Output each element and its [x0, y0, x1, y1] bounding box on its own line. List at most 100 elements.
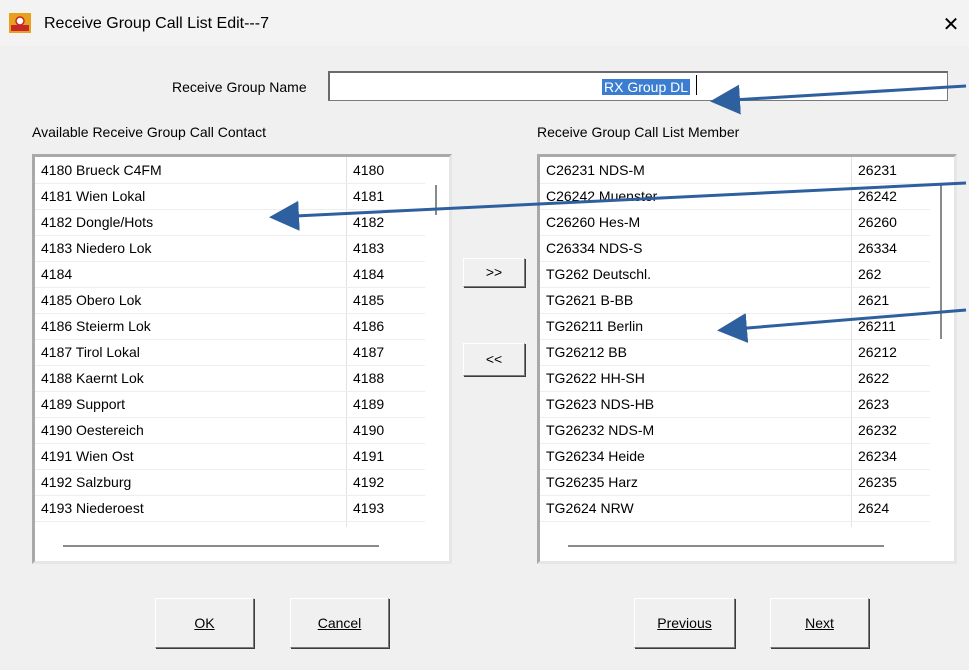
contact-id: 4182	[353, 214, 385, 230]
contact-id: 26242	[858, 188, 897, 204]
contact-name: 4193 Niederoest	[41, 500, 144, 516]
contact-id: 4183	[353, 240, 385, 256]
contact-id: 2624	[858, 500, 890, 516]
horizontal-scrollbar[interactable]	[568, 545, 884, 547]
contact-name: 4183 Niedero Lok	[41, 240, 152, 256]
contact-name: TG26212 BB	[546, 344, 627, 360]
contact-name: C26260 Hes-M	[546, 214, 641, 230]
ok-button[interactable]: OK	[155, 598, 254, 648]
window-title: Receive Group Call List Edit---7	[44, 15, 269, 32]
contact-id: 4180	[353, 162, 385, 178]
list-item[interactable]: TG26235 Harz 26235	[540, 469, 930, 496]
contact-id: 4193	[353, 500, 385, 516]
app-icon	[9, 13, 31, 33]
previous-button[interactable]: Previous	[634, 598, 735, 648]
list-item[interactable]: C26260 Hes-M 26260	[540, 209, 930, 236]
contact-id: 4188	[353, 370, 385, 386]
contact-name: TG2624 NRW	[546, 500, 634, 516]
group-name-value: RX Group DL	[602, 79, 691, 95]
contact-name: C26242 Muenster	[546, 188, 658, 204]
contact-id: 4189	[353, 396, 385, 412]
list-item[interactable]: C26231 NDS-M 26231	[540, 157, 930, 184]
list-item[interactable]: 4190 Oestereich 4190	[35, 417, 425, 444]
contact-id: 26235	[858, 474, 897, 490]
available-contact-list[interactable]: 4180 Brueck C4FM 4180 4181 Wien Lokal 4181 4…	[32, 154, 452, 564]
remove-button[interactable]: <<	[463, 343, 525, 376]
contact-id: 26234	[858, 448, 897, 464]
title-bar: Receive Group Call List Edit---7 ✕	[0, 0, 969, 46]
list-item[interactable]: 4181 Wien Lokal 4181	[35, 183, 425, 210]
list-item[interactable]: 4184 4184	[35, 261, 425, 288]
list-item[interactable]: 4189 Support 4189	[35, 391, 425, 418]
contact-id: 262	[858, 266, 882, 282]
group-name-label: Receive Group Name	[172, 79, 307, 95]
contact-name: 4189 Support	[41, 396, 126, 412]
list-item[interactable]: 4180 Brueck C4FM 4180	[35, 157, 425, 184]
next-button[interactable]: Next	[770, 598, 869, 648]
contact-id: 26212	[858, 344, 897, 360]
list-item[interactable]: C26242 Muenster 26242	[540, 183, 930, 210]
list-item[interactable]: 4192 Salzburg 4192	[35, 469, 425, 496]
contact-id: 26231	[858, 162, 897, 178]
close-icon[interactable]: ✕	[936, 10, 966, 40]
contact-name: TG262 Deutschl.	[546, 266, 652, 282]
contact-name: 4191 Wien Ost	[41, 448, 134, 464]
contact-name: 4187 Tirol Lokal	[41, 344, 140, 360]
contact-name: TG26211 Berlin	[546, 318, 644, 334]
list-item[interactable]: TG2622 HH-SH 2622	[540, 365, 930, 392]
list-item[interactable]: 4193 Niederoest 4193	[35, 495, 425, 522]
contact-name: TG26232 NDS-M	[546, 422, 655, 438]
contact-name: 4182 Dongle/Hots	[41, 214, 154, 230]
group-name-input[interactable]: RX Group DL	[328, 71, 948, 101]
list-item[interactable]: 4186 Steierm Lok 4186	[35, 313, 425, 340]
contact-name: TG26234 Heide	[546, 448, 645, 464]
list-item[interactable]: TG26234 Heide 26234	[540, 443, 930, 470]
contact-id: 4184	[353, 266, 385, 282]
ok-label: OK	[194, 615, 215, 631]
list-item[interactable]: TG2621 B-BB 2621	[540, 287, 930, 314]
list-item[interactable]: 4182 Dongle/Hots 4182	[35, 209, 425, 236]
list-item[interactable]: TG26232 NDS-M 26232	[540, 417, 930, 444]
contact-id: 4190	[353, 422, 385, 438]
contact-id: 26260	[858, 214, 897, 230]
contact-id: 4186	[353, 318, 385, 334]
contact-name: TG2622 HH-SH	[546, 370, 645, 386]
text-cursor	[696, 75, 697, 95]
list-item[interactable]: TG26212 BB 26212	[540, 339, 930, 366]
list-item[interactable]: 4188 Kaernt Lok 4188	[35, 365, 425, 392]
add-button[interactable]: >>	[463, 258, 525, 287]
horizontal-scrollbar[interactable]	[63, 545, 379, 547]
contact-name: 4192 Salzburg	[41, 474, 132, 490]
available-list-label: Available Receive Group Call Contact	[32, 124, 266, 140]
list-item[interactable]: 4187 Tirol Lokal 4187	[35, 339, 425, 366]
list-item[interactable]: TG26211 Berlin 26211	[540, 313, 930, 340]
contact-id: 26334	[858, 240, 897, 256]
contact-id: 4181	[353, 188, 385, 204]
contact-name: TG2621 B-BB	[546, 292, 634, 308]
contact-name: 4180 Brueck C4FM	[41, 162, 162, 178]
previous-label: Previous	[657, 615, 712, 631]
contact-id: 2622	[858, 370, 890, 386]
cancel-label: Cancel	[317, 615, 362, 631]
contact-name: 4188 Kaernt Lok	[41, 370, 144, 386]
vertical-scrollbar[interactable]	[940, 185, 942, 339]
list-item[interactable]: 4183 Niedero Lok 4183	[35, 235, 425, 262]
vertical-scrollbar[interactable]	[435, 185, 437, 215]
contact-name: 4185 Obero Lok	[41, 292, 142, 308]
list-item[interactable]: 4191 Wien Ost 4191	[35, 443, 425, 470]
contact-id: 4192	[353, 474, 385, 490]
contact-name: TG2623 NDS-HB	[546, 396, 655, 412]
list-item[interactable]: TG262 Deutschl. 262	[540, 261, 930, 288]
contact-id: 2621	[858, 292, 890, 308]
list-item[interactable]: 4185 Obero Lok 4185	[35, 287, 425, 314]
list-item[interactable]: TG2624 NRW 2624	[540, 495, 930, 522]
member-list[interactable]: C26231 NDS-M 26231 C26242 Muenster 26242 C26…	[537, 154, 957, 564]
list-item[interactable]: TG2623 NDS-HB 2623	[540, 391, 930, 418]
list-item[interactable]: C26334 NDS-S 26334	[540, 235, 930, 262]
contact-name: TG26235 Harz	[546, 474, 638, 490]
contact-id: 4185	[353, 292, 385, 308]
contact-name: 4181 Wien Lokal	[41, 188, 146, 204]
cancel-button[interactable]: Cancel	[290, 598, 389, 648]
member-list-label: Receive Group Call List Member	[537, 124, 740, 140]
contact-name: C26231 NDS-M	[546, 162, 645, 178]
